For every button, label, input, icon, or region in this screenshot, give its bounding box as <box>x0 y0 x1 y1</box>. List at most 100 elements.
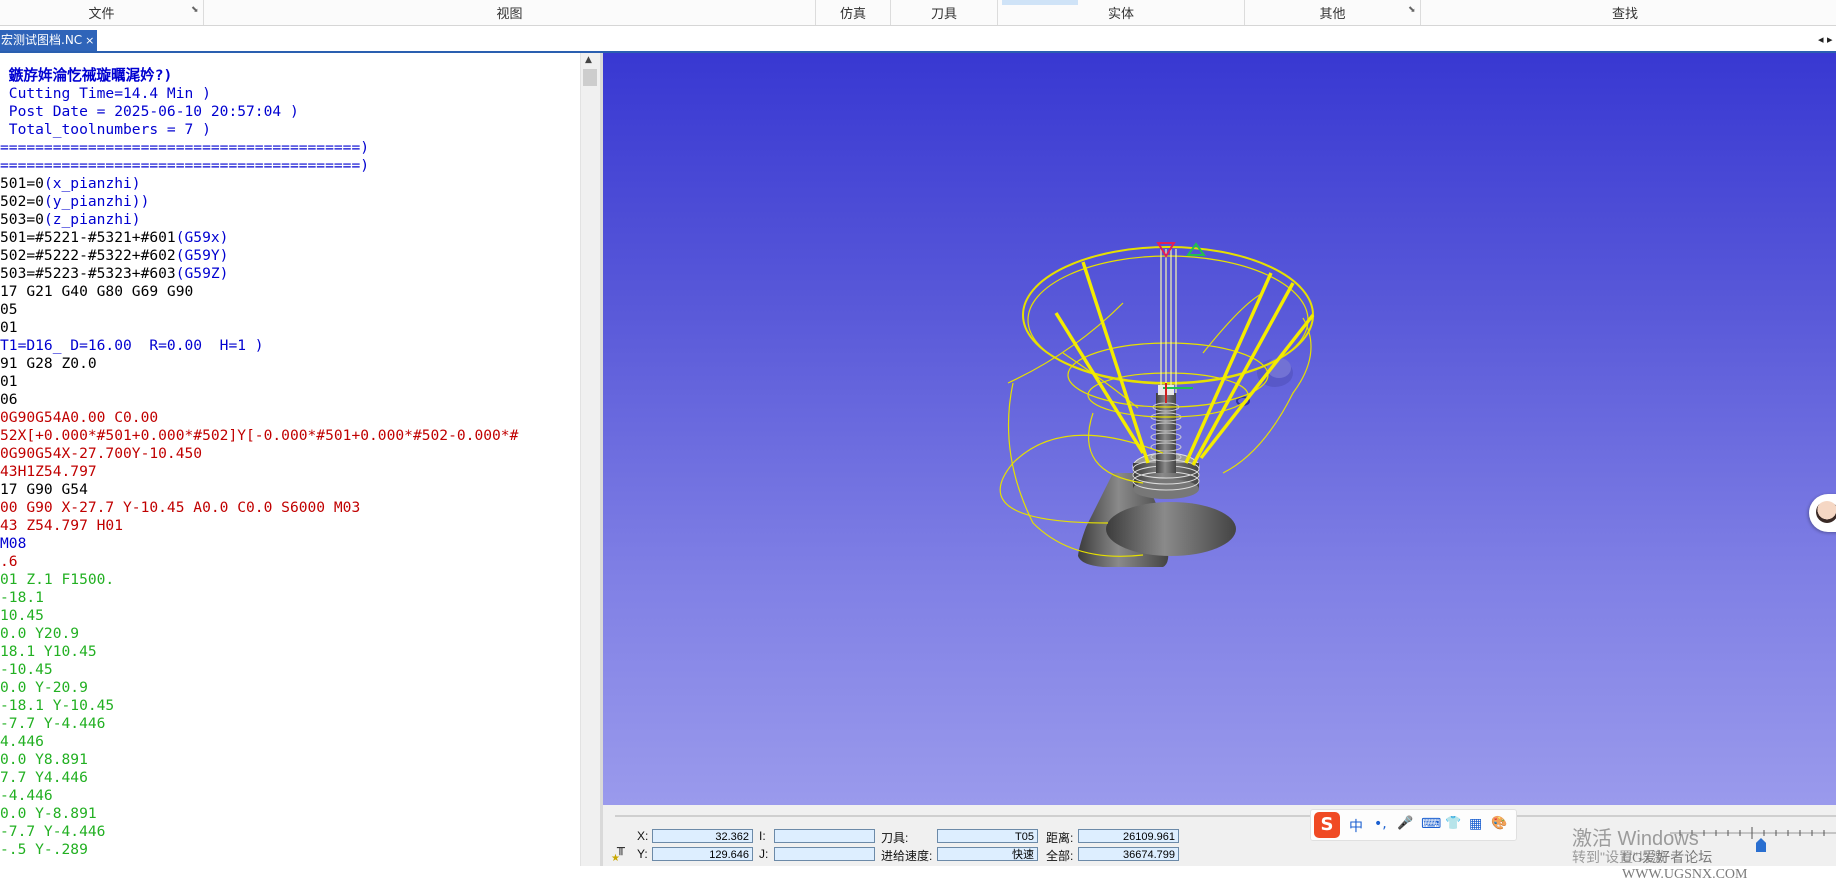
ribbon-group-view[interactable]: 视图 <box>204 0 816 25</box>
code-line: 01 <box>0 373 18 390</box>
code-line: 01 Z.1 F1500. <box>0 571 115 588</box>
ribbon-group-label: 实体 <box>1107 7 1134 22</box>
code-line: 43 Z54.797 H01 <box>0 517 124 534</box>
code-line: 0G90G54X-27.700Y-10.450 <box>0 445 203 462</box>
code-token: 503=0 <box>0 211 44 228</box>
i-field <box>774 829 875 843</box>
j-field <box>774 847 875 861</box>
ribbon-group-solid[interactable]: 实体 <box>998 0 1245 25</box>
star-icon: ★ <box>611 853 620 864</box>
ime-chinese-mode[interactable]: 中 <box>1349 816 1363 836</box>
code-line: 18.1 Y10.45 <box>0 643 97 660</box>
x-label: X: <box>637 829 649 843</box>
code-line: ========================================… <box>0 139 370 156</box>
code-token: (x_pianzhi) <box>43 175 141 192</box>
x-coordinate-field: 32.362 <box>652 829 753 843</box>
i-label: I: <box>759 829 766 843</box>
code-line: 0.0 Y-8.891 <box>0 805 97 822</box>
avatar-icon <box>1816 501 1836 523</box>
microphone-icon[interactable]: 🎤 <box>1397 816 1413 831</box>
code-token: (z_pianzhi) <box>43 211 141 228</box>
sogou-logo-icon[interactable]: S <box>1314 812 1340 838</box>
ribbon-group-label: 仿真 <box>839 7 866 22</box>
document-tab-bar: 宏测试图档.NC × ◂ ▸ <box>0 29 1836 53</box>
code-line: 43H1Z54.797 <box>0 463 97 480</box>
code-lines: 鏃斿姩淪忔祴璇曞浘妗?) Cutting Time=14.4 Min ) Pos… <box>0 67 578 859</box>
ribbon-group-find[interactable]: 查找 <box>1421 0 1829 25</box>
ribbon-group-tool[interactable]: 刀具 <box>891 0 998 25</box>
ribbon-group-label: 查找 <box>1611 7 1638 22</box>
code-token: 502=0 <box>0 193 44 210</box>
code-line: 10.45 <box>0 607 44 624</box>
code-line: 91 G28 Z0.0 <box>0 355 97 372</box>
code-line: -18.1 <box>0 589 44 606</box>
code-line: 01 <box>0 319 18 336</box>
code-line: -7.7 Y-4.446 <box>0 823 106 840</box>
code-line: 0.0 Y20.9 <box>0 625 80 642</box>
progress-slider-track[interactable] <box>615 815 1836 817</box>
code-line: 06 <box>0 391 18 408</box>
editor-vertical-scrollbar[interactable]: ▲ <box>580 53 601 866</box>
code-token: 501=0 <box>0 175 44 192</box>
code-line: Post Date = 2025-06-10 20:57:04 ) <box>0 103 299 120</box>
close-icon[interactable]: × <box>85 30 94 51</box>
code-line: Cutting Time=14.4 Min ) <box>0 85 211 102</box>
code-line: 503=#5223-#5323+#603(G59Z) <box>0 265 578 283</box>
ribbon-group-file[interactable]: 文件 ⬊ <box>0 0 204 25</box>
tab-label: 宏测试图档.NC <box>1 33 83 47</box>
code-line: 0.0 Y-20.9 <box>0 679 88 696</box>
distance-field: 26109.961 <box>1078 829 1179 843</box>
y-label: Y: <box>637 847 648 861</box>
tab-scroll-left-icon[interactable]: ◂ <box>1818 33 1824 46</box>
y-coordinate-field: 129.646 <box>652 847 753 861</box>
nc-code-editor[interactable]: 鏃斿姩淪忔祴璇曞浘妗?) Cutting Time=14.4 Min ) Pos… <box>0 53 578 866</box>
code-line: -18.1 Y-10.45 <box>0 697 115 714</box>
code-line: 502=0(y_pianzhi)) <box>0 193 578 211</box>
code-line: .6 <box>0 553 18 570</box>
ribbon-group-bar: 文件 ⬊ 视图 仿真 刀具 实体 其他 ⬊ 查找 <box>0 0 1836 26</box>
code-line: 00 G90 X-27.7 Y-10.45 A0.0 C0.0 S6000 M0… <box>0 499 361 516</box>
ribbon-group-label: 其他 <box>1319 7 1346 22</box>
code-token: (G59x) <box>175 229 229 246</box>
palette-icon[interactable]: 🎨 <box>1491 816 1507 831</box>
ime-punctuation-icon[interactable]: •, <box>1374 816 1387 832</box>
code-line: 鏃斿姩淪忔祴璇曞浘妗?) <box>0 67 173 84</box>
toolbox-icon[interactable]: ▦ <box>1469 816 1482 832</box>
code-token: 501=#5221-#5321+#601 <box>0 229 176 246</box>
ime-toolbar[interactable]: S 中 •, 🎤 ⌨ 👕 ▦ 🎨 <box>1310 809 1517 841</box>
code-line: T1=D16_ D=16.00 R=0.00 H=1 ) <box>0 337 264 354</box>
skin-icon[interactable]: 👕 <box>1445 816 1461 831</box>
ribbon-group-simulate[interactable]: 仿真 <box>816 0 891 25</box>
code-line: 0G90G54A0.00 C0.00 <box>0 409 159 426</box>
simulation-viewport[interactable] <box>603 53 1836 805</box>
code-line: M08 <box>0 535 27 552</box>
code-line: 502=#5222-#5322+#602(G59Y) <box>0 247 578 265</box>
code-line: 0.0 Y8.891 <box>0 751 88 768</box>
j-label: J: <box>759 847 769 861</box>
tool-label: 刀具: <box>881 831 909 845</box>
ribbon-group-label: 视图 <box>496 7 523 22</box>
code-token: 503=#5223-#5323+#603 <box>0 265 176 282</box>
code-line: 17 G90 G54 <box>0 481 88 498</box>
feed-label: 进给速度: <box>881 849 933 863</box>
code-token: (G59Z) <box>175 265 229 282</box>
keyboard-icon[interactable]: ⌨ <box>1421 816 1441 832</box>
ribbon-group-label: 文件 <box>88 7 115 22</box>
tab-scroll-right-icon[interactable]: ▸ <box>1827 33 1833 46</box>
code-line: 503=0(z_pianzhi) <box>0 211 578 229</box>
scroll-up-icon[interactable]: ▲ <box>585 55 592 65</box>
ribbon-group-other[interactable]: 其他 ⬊ <box>1245 0 1421 25</box>
distance-label: 距离: <box>1046 831 1074 845</box>
feed-rate-field: 快速 <box>937 847 1038 861</box>
dialog-launcher-icon[interactable]: ⬊ <box>191 6 200 15</box>
code-line: -7.7 Y-4.446 <box>0 715 106 732</box>
tool-field: T05 <box>937 829 1038 843</box>
scrollbar-thumb[interactable] <box>583 69 597 86</box>
code-line: 05 <box>0 301 18 318</box>
dialog-launcher-icon[interactable]: ⬊ <box>1408 6 1417 15</box>
code-line: 4.446 <box>0 733 44 750</box>
tab-nc-file[interactable]: 宏测试图档.NC × <box>0 30 98 51</box>
code-line: 17 G21 G40 G80 G69 G90 <box>0 283 194 300</box>
code-line: ========================================… <box>0 157 370 174</box>
code-line: 7.7 Y4.446 <box>0 769 88 786</box>
